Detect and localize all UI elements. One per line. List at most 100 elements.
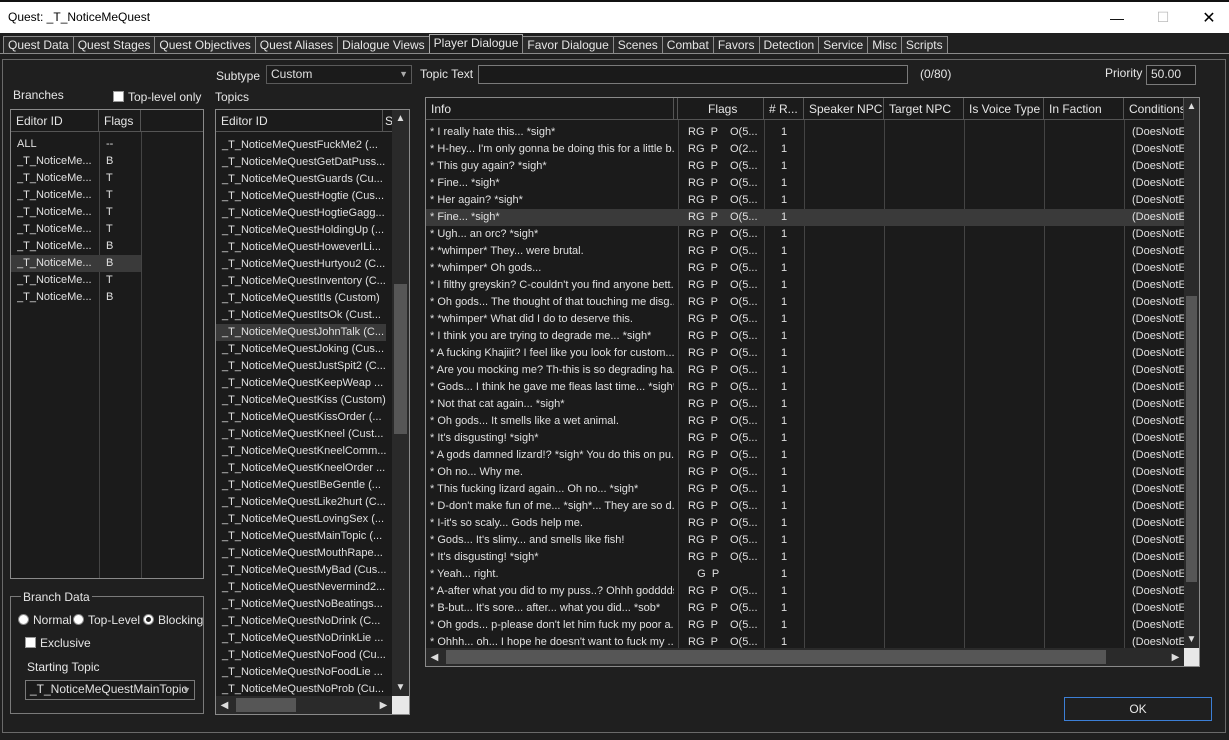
topics-vscroll-thumb[interactable] — [394, 284, 407, 434]
topic-row[interactable]: _T_NoticeMeQuestHoweverILi... — [216, 239, 386, 256]
topic-row[interactable]: _T_NoticeMeQuestKneelOrder ... — [216, 460, 386, 477]
topic-row[interactable]: _T_NoticeMeQuestHogtie (Cus... — [216, 188, 386, 205]
toplevel-only-checkbox[interactable] — [113, 91, 124, 102]
info-vscrollbar[interactable]: ▲ ▼ — [1184, 98, 1199, 648]
close-button[interactable]: ✕ — [1186, 2, 1229, 33]
tab-scripts[interactable]: Scripts — [900, 36, 948, 53]
info-row[interactable]: * This guy again? *sigh* RG P O(5... 1 (Does… — [426, 158, 1184, 175]
info-row[interactable]: * A gods damned lizard!? *sigh* You do t… — [426, 447, 1184, 464]
branch-row[interactable]: _T_NoticeMe... T — [11, 272, 141, 289]
info-row[interactable]: * Oh no... Why me. RG P O(5... 1 (DoesNotE — [426, 464, 1184, 481]
tab-detection[interactable]: Detection — [758, 36, 820, 53]
topic-row[interactable]: _T_NoticeMeQuestMouthRape... — [216, 545, 386, 562]
info-hscroll-thumb[interactable] — [446, 650, 1106, 664]
starting-topic-select[interactable]: _T_NoticeMeQuestMainTopic ▼ — [25, 680, 195, 700]
info-row[interactable]: * Yeah... right. G P 1 (DoesNotE — [426, 566, 1184, 583]
info-row[interactable]: * Oh gods... p-please don't let him fuck… — [426, 617, 1184, 634]
topic-row[interactable]: _T_NoticeMeQuestMainTopic (... — [216, 528, 386, 545]
info-col-voice-type[interactable]: Is Voice Type — [964, 98, 1044, 120]
topic-row[interactable]: _T_NoticeMeQuestGetDatPuss... — [216, 154, 386, 171]
info-row[interactable]: * B-but... It's sore... after... what yo… — [426, 600, 1184, 617]
topic-row[interactable]: _T_NoticeMeQuestJustSpit2 (C... — [216, 358, 386, 375]
tab-favors[interactable]: Favors — [712, 36, 760, 53]
info-row[interactable]: * I think you are trying to degrade me..… — [426, 328, 1184, 345]
topic-text-input[interactable] — [478, 65, 908, 84]
info-row[interactable]: * H-hey... I'm only gonna be doing this … — [426, 141, 1184, 158]
ok-button[interactable]: OK — [1064, 697, 1212, 721]
branches-col-editor-id[interactable]: Editor ID — [11, 110, 99, 132]
topics-vscrollbar[interactable]: ▲ ▼ — [392, 110, 409, 696]
info-row[interactable]: * Oh gods... The thought of that touchin… — [426, 294, 1184, 311]
info-row[interactable]: * *whimper* Oh gods... RG P O(5... 1 (DoesNo… — [426, 260, 1184, 277]
branch-row[interactable]: ALL -- — [11, 136, 141, 153]
topic-row[interactable]: _T_NoticeMeQuestHurtyou2 (C... — [216, 256, 386, 273]
topic-row[interactable]: _T_NoticeMeQuestNoFood (Cu... — [216, 647, 386, 664]
branches-list[interactable]: Editor ID Flags ALL -- _T_NoticeMe... B _T_N… — [10, 109, 204, 579]
blocking-radio[interactable] — [143, 614, 154, 625]
topic-row[interactable]: _T_NoticeMeQuestNoDrinkLie ... — [216, 630, 386, 647]
topic-row[interactable]: _T_NoticeMeQuestItIs (Custom) — [216, 290, 386, 307]
branch-row[interactable]: _T_NoticeMe... B — [11, 153, 141, 170]
minimize-button[interactable]: — — [1094, 2, 1140, 33]
info-col-speaker-npc[interactable]: Speaker NPC — [804, 98, 884, 120]
branch-row[interactable]: _T_NoticeMe... B — [11, 255, 141, 272]
branch-row[interactable]: _T_NoticeMe... T — [11, 170, 141, 187]
topic-row[interactable]: _T_NoticeMeQuestKeepWeap ... — [216, 375, 386, 392]
topic-row[interactable]: _T_NoticeMeQuestNoFoodLie ... — [216, 664, 386, 681]
scroll-right-icon[interactable]: ▶ — [375, 696, 392, 714]
info-col-target-npc[interactable]: Target NPC — [884, 98, 964, 120]
info-row[interactable]: * A fucking Khajiit? I feel like you loo… — [426, 345, 1184, 362]
info-row[interactable]: * I-it's so scaly... Gods help me. RG P O(… — [426, 515, 1184, 532]
topic-row[interactable]: _T_NoticeMeQuestMyBad (Cus... — [216, 562, 386, 579]
info-list[interactable]: Info Flags # R... Speaker NPC Target NPC… — [425, 97, 1200, 667]
info-row[interactable]: * Not that cat again... *sigh* RG P O(5...… — [426, 396, 1184, 413]
info-row[interactable]: * Fine... *sigh* RG P O(5... 1 (DoesNotE — [426, 209, 1184, 226]
tab-service[interactable]: Service — [818, 36, 869, 53]
info-row[interactable]: * It's disgusting! *sigh* RG P O(5... 1 (Doe… — [426, 549, 1184, 566]
tab-quest-stages[interactable]: Quest Stages — [72, 36, 156, 53]
info-col-conditions[interactable]: Conditions — [1124, 98, 1184, 120]
topic-row[interactable]: _T_NoticeMeQuestNoDrink (C... — [216, 613, 386, 630]
info-row[interactable]: * It's disgusting! *sigh* RG P O(5... 1 (Doe… — [426, 430, 1184, 447]
topic-row[interactable]: _T_NoticeMeQuestHoldingUp (... — [216, 222, 386, 239]
topic-row[interactable]: _T_NoticeMeQuestKneelComm... — [216, 443, 386, 460]
info-row[interactable]: * Gods... I think he gave me fleas last … — [426, 379, 1184, 396]
info-row[interactable]: * D-don't make fun of me... *sigh*... Th… — [426, 498, 1184, 515]
topics-list[interactable]: Editor ID S _T_NoticeMeQuestFuckMe2 (...… — [215, 109, 410, 715]
info-row[interactable]: * Gods... It's slimy... and smells like … — [426, 532, 1184, 549]
topic-row[interactable]: _T_NoticeMeQuestLovingSex (... — [216, 511, 386, 528]
info-row[interactable]: * *whimper* They... were brutal. RG P O(5.… — [426, 243, 1184, 260]
info-vscroll-thumb[interactable] — [1186, 296, 1197, 582]
topic-row[interactable]: _T_NoticeMeQuestKissOrder (... — [216, 409, 386, 426]
topic-row[interactable]: _T_NoticeMeQuestItsOk (Cust... — [216, 307, 386, 324]
scroll-left-icon[interactable]: ◀ — [426, 648, 443, 666]
topic-row[interactable]: _T_NoticeMeQuestHogtieGagg... — [216, 205, 386, 222]
topic-row[interactable]: _T_NoticeMeQuestInventory (C... — [216, 273, 386, 290]
topics-hscroll-thumb[interactable] — [236, 698, 296, 712]
info-row[interactable]: * Are you mocking me? Th-this is so degr… — [426, 362, 1184, 379]
scroll-down-icon[interactable]: ▼ — [1184, 631, 1199, 648]
scroll-down-icon[interactable]: ▼ — [392, 679, 409, 696]
tab-scenes[interactable]: Scenes — [612, 36, 663, 53]
info-row[interactable]: * Ugh... an orc? *sigh* RG P O(5... 1 (DoesN… — [426, 226, 1184, 243]
topic-row[interactable]: _T_NoticeMeQuestlBeGentle (... — [216, 477, 386, 494]
info-row[interactable]: * I really hate this... *sigh* RG P O(5...… — [426, 124, 1184, 141]
info-col-responses[interactable]: # R... — [764, 98, 804, 120]
info-row[interactable]: * Fine... *sigh* RG P O(5... 1 (DoesNotE — [426, 175, 1184, 192]
normal-radio[interactable] — [18, 614, 29, 625]
info-col-flags[interactable]: Flags — [678, 98, 764, 120]
tab-player-dialogue[interactable]: Player Dialogue — [428, 34, 524, 53]
branches-col-flags[interactable]: Flags — [99, 110, 141, 132]
topic-row[interactable]: _T_NoticeMeQuestJoking (Cus... — [216, 341, 386, 358]
top-level-radio[interactable] — [73, 614, 84, 625]
tab-misc[interactable]: Misc — [867, 36, 902, 53]
topic-row[interactable]: _T_NoticeMeQuestFuckMe2 (... — [216, 137, 386, 154]
topic-row[interactable]: _T_NoticeMeQuestJohnTalk (C... — [216, 324, 386, 341]
topics-col-editor-id[interactable]: Editor ID — [216, 110, 383, 132]
topic-row[interactable]: _T_NoticeMeQuestKneel (Cust... — [216, 426, 386, 443]
branch-row[interactable]: _T_NoticeMe... B — [11, 289, 141, 306]
tab-dialogue-views[interactable]: Dialogue Views — [337, 36, 430, 53]
tab-combat[interactable]: Combat — [661, 36, 714, 53]
subtype-select[interactable]: Custom ▼ — [266, 65, 412, 84]
info-row[interactable]: * Her again? *sigh* RG P O(5... 1 (DoesNotE — [426, 192, 1184, 209]
